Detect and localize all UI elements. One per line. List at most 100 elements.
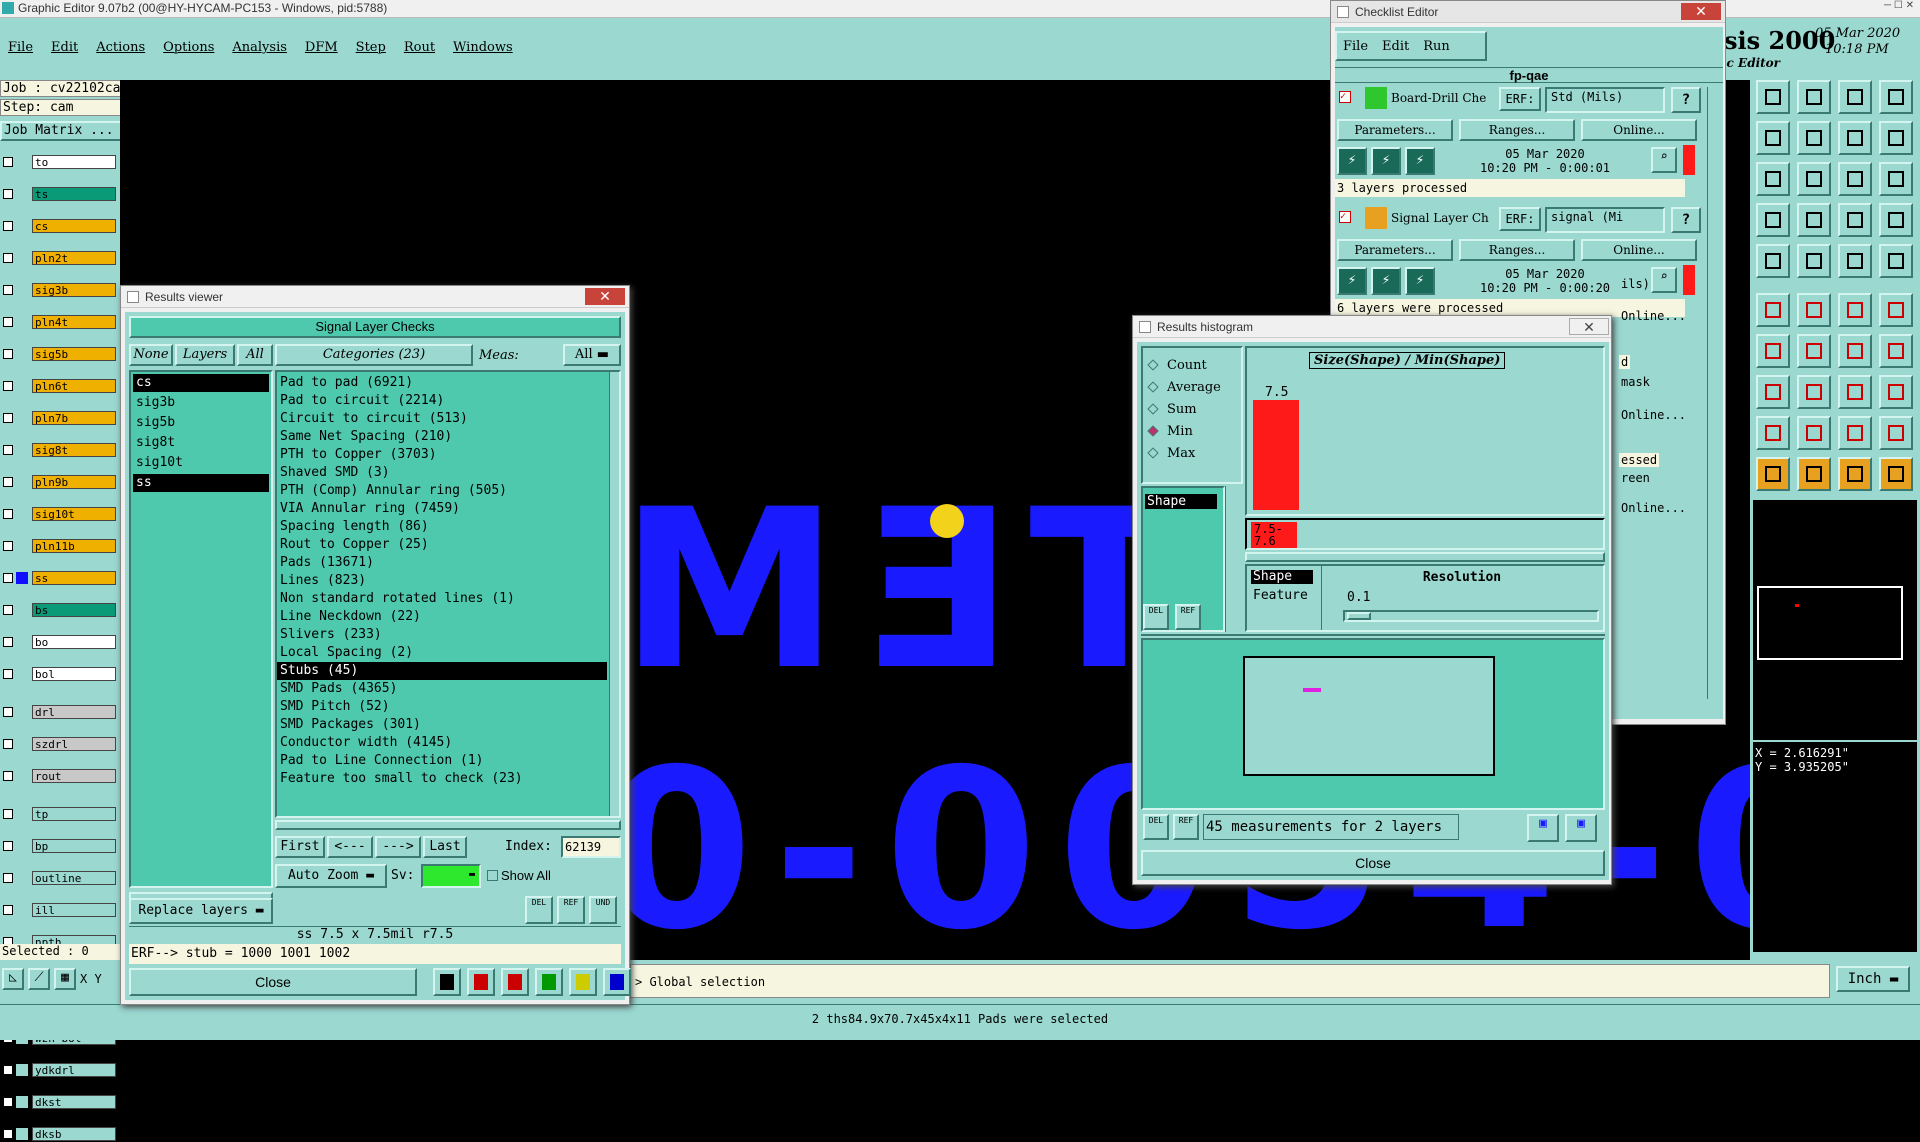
cross-icon[interactable] bbox=[1797, 293, 1831, 327]
nav-next-button[interactable]: ---> bbox=[375, 836, 421, 858]
mode-average-radio[interactable]: Average bbox=[1143, 376, 1241, 398]
wrap-icon[interactable] bbox=[1879, 80, 1913, 114]
histogram-bar[interactable] bbox=[1253, 400, 1299, 510]
replace-layers-select[interactable]: Replace layers ▬ bbox=[129, 898, 273, 924]
mode-max-radio[interactable]: Max bbox=[1143, 442, 1241, 464]
layer-checkbox[interactable] bbox=[3, 1129, 13, 1139]
multi-icon[interactable] bbox=[1879, 203, 1913, 237]
layer-name[interactable]: bo bbox=[32, 635, 116, 649]
category-item[interactable]: Conductor width (4145) bbox=[277, 734, 607, 752]
feature-option[interactable]: Feature bbox=[1253, 588, 1308, 603]
layer-name[interactable]: szdrl bbox=[32, 737, 116, 751]
category-vscroll[interactable] bbox=[609, 372, 619, 816]
layer-checkbox[interactable] bbox=[3, 349, 13, 359]
delete-icon[interactable]: DEL bbox=[525, 896, 553, 924]
layer-checkbox[interactable] bbox=[3, 541, 13, 551]
preview-frame[interactable] bbox=[1243, 656, 1495, 776]
category-item[interactable]: Lines (823) bbox=[277, 572, 607, 590]
category-item[interactable]: Pad to circuit (2214) bbox=[277, 392, 607, 410]
option-vscroll[interactable] bbox=[1321, 566, 1333, 630]
run-icon[interactable]: ⚡ bbox=[1337, 147, 1367, 175]
run-icon[interactable]: ⚡ bbox=[1337, 267, 1367, 295]
run-icon[interactable]: ⚡ bbox=[1405, 267, 1435, 295]
slash-icon[interactable] bbox=[1797, 334, 1831, 368]
measure-icon[interactable]: ⟋ bbox=[28, 968, 50, 990]
layers-icon[interactable] bbox=[1838, 203, 1872, 237]
category-item[interactable]: Slivers (233) bbox=[277, 626, 607, 644]
category-item[interactable]: SMD Pitch (52) bbox=[277, 698, 607, 716]
layer-row[interactable]: ill bbox=[0, 902, 120, 918]
category-item[interactable]: Same Net Spacing (210) bbox=[277, 428, 607, 446]
layer-row[interactable]: sig3b bbox=[0, 282, 120, 298]
pointer-icon[interactable] bbox=[1756, 457, 1790, 491]
nav-first-button[interactable]: First bbox=[275, 836, 325, 858]
action-label[interactable]: Board-Drill Che bbox=[1391, 91, 1501, 105]
layer-name[interactable]: rout bbox=[32, 769, 116, 783]
action-label[interactable]: Signal Layer Ch bbox=[1391, 211, 1501, 225]
list-item-shape[interactable]: Shape bbox=[1145, 494, 1217, 509]
action-checkbox[interactable]: ✓ bbox=[1339, 211, 1351, 223]
layer-row[interactable]: pln4t bbox=[0, 314, 120, 330]
sv-color-select[interactable]: ▬ bbox=[421, 864, 481, 888]
results-viewer-titlebar[interactable]: Results viewer ✕ bbox=[121, 286, 629, 308]
nav-last-button[interactable]: Last bbox=[423, 836, 467, 858]
layer-row[interactable]: drl bbox=[0, 704, 120, 720]
grid-icon[interactable] bbox=[1797, 203, 1831, 237]
layer-name[interactable]: sig8t bbox=[32, 443, 116, 457]
report-icon[interactable] bbox=[569, 968, 597, 996]
layer-checkbox[interactable] bbox=[3, 905, 13, 915]
run-icon[interactable]: ⚡ bbox=[1405, 147, 1435, 175]
close-icon[interactable]: ✕ bbox=[1569, 318, 1609, 335]
category-item[interactable]: Pad to pad (6921) bbox=[277, 374, 607, 392]
menu-windows[interactable]: Windows bbox=[453, 40, 513, 55]
checklist-menu-edit[interactable]: Edit bbox=[1382, 39, 1409, 54]
layer-checkbox[interactable] bbox=[3, 573, 13, 583]
overview-frame[interactable] bbox=[1757, 586, 1903, 660]
layer-row[interactable]: ss bbox=[0, 570, 120, 586]
action-parameters-button[interactable]: Parameters... bbox=[1337, 119, 1453, 141]
category-item[interactable]: Pads (13671) bbox=[277, 554, 607, 572]
layer-name[interactable]: sig3b bbox=[32, 283, 116, 297]
chart-hscroll[interactable] bbox=[1245, 552, 1605, 562]
checklist-titlebar[interactable]: Checklist Editor ✕ bbox=[1331, 1, 1725, 23]
action-online-button[interactable]: Online... bbox=[1581, 119, 1697, 141]
save-icon[interactable] bbox=[1756, 80, 1790, 114]
highlight-icon[interactable] bbox=[467, 968, 495, 996]
layer-name[interactable]: sig5b bbox=[32, 347, 116, 361]
bin-label[interactable]: 7.5-7.6 bbox=[1251, 522, 1297, 548]
layer-checkbox[interactable] bbox=[3, 317, 13, 327]
mode-min-radio[interactable]: Min bbox=[1143, 420, 1241, 442]
delete-icon[interactable]: DEL bbox=[1143, 814, 1169, 840]
shape-option[interactable]: Shape bbox=[1251, 570, 1313, 584]
auto-zoom-select[interactable]: Auto Zoom ▬ bbox=[275, 864, 387, 888]
menu-dfm[interactable]: DFM bbox=[305, 40, 338, 55]
layer-name[interactable]: ydkdrl bbox=[32, 1063, 116, 1077]
layer-row[interactable]: sig8t bbox=[0, 442, 120, 458]
layer-row[interactable]: outline bbox=[0, 870, 120, 886]
layer-listbox[interactable]: cs sig3b sig5b sig8t sig10t ss bbox=[129, 370, 273, 888]
category-hscroll[interactable] bbox=[275, 820, 621, 830]
result-layer-item[interactable]: cs bbox=[133, 374, 269, 392]
action-checkbox[interactable]: ✓ bbox=[1339, 91, 1351, 103]
layer-name[interactable]: to bbox=[32, 155, 116, 169]
tri4-icon[interactable] bbox=[1879, 416, 1913, 450]
layer-row[interactable]: pln7b bbox=[0, 410, 120, 426]
snap-icon[interactable]: ◺ bbox=[2, 968, 24, 990]
window-controls[interactable]: ─ ☐ ✕ bbox=[1800, 0, 1920, 12]
cross-icon[interactable] bbox=[501, 968, 529, 996]
shape-icon[interactable] bbox=[1797, 244, 1831, 278]
menu-actions[interactable]: Actions bbox=[96, 40, 145, 55]
resolution-slider[interactable] bbox=[1343, 610, 1599, 622]
result-layer-item[interactable]: sig5b bbox=[133, 414, 269, 432]
layer-checkbox[interactable] bbox=[3, 477, 13, 487]
pointer3-icon[interactable] bbox=[1838, 457, 1872, 491]
layer-checkbox[interactable] bbox=[3, 841, 13, 851]
chart-icon[interactable] bbox=[603, 968, 631, 996]
layer-checkbox[interactable] bbox=[3, 605, 13, 615]
layer-checkbox[interactable] bbox=[3, 285, 13, 295]
layer-checkbox[interactable] bbox=[3, 253, 13, 263]
layer-row[interactable]: pln11b bbox=[0, 538, 120, 554]
layer-checkbox[interactable] bbox=[3, 707, 13, 717]
help-button[interactable]: ? bbox=[1671, 207, 1701, 233]
categories-button[interactable]: Categories (23) bbox=[275, 344, 473, 366]
